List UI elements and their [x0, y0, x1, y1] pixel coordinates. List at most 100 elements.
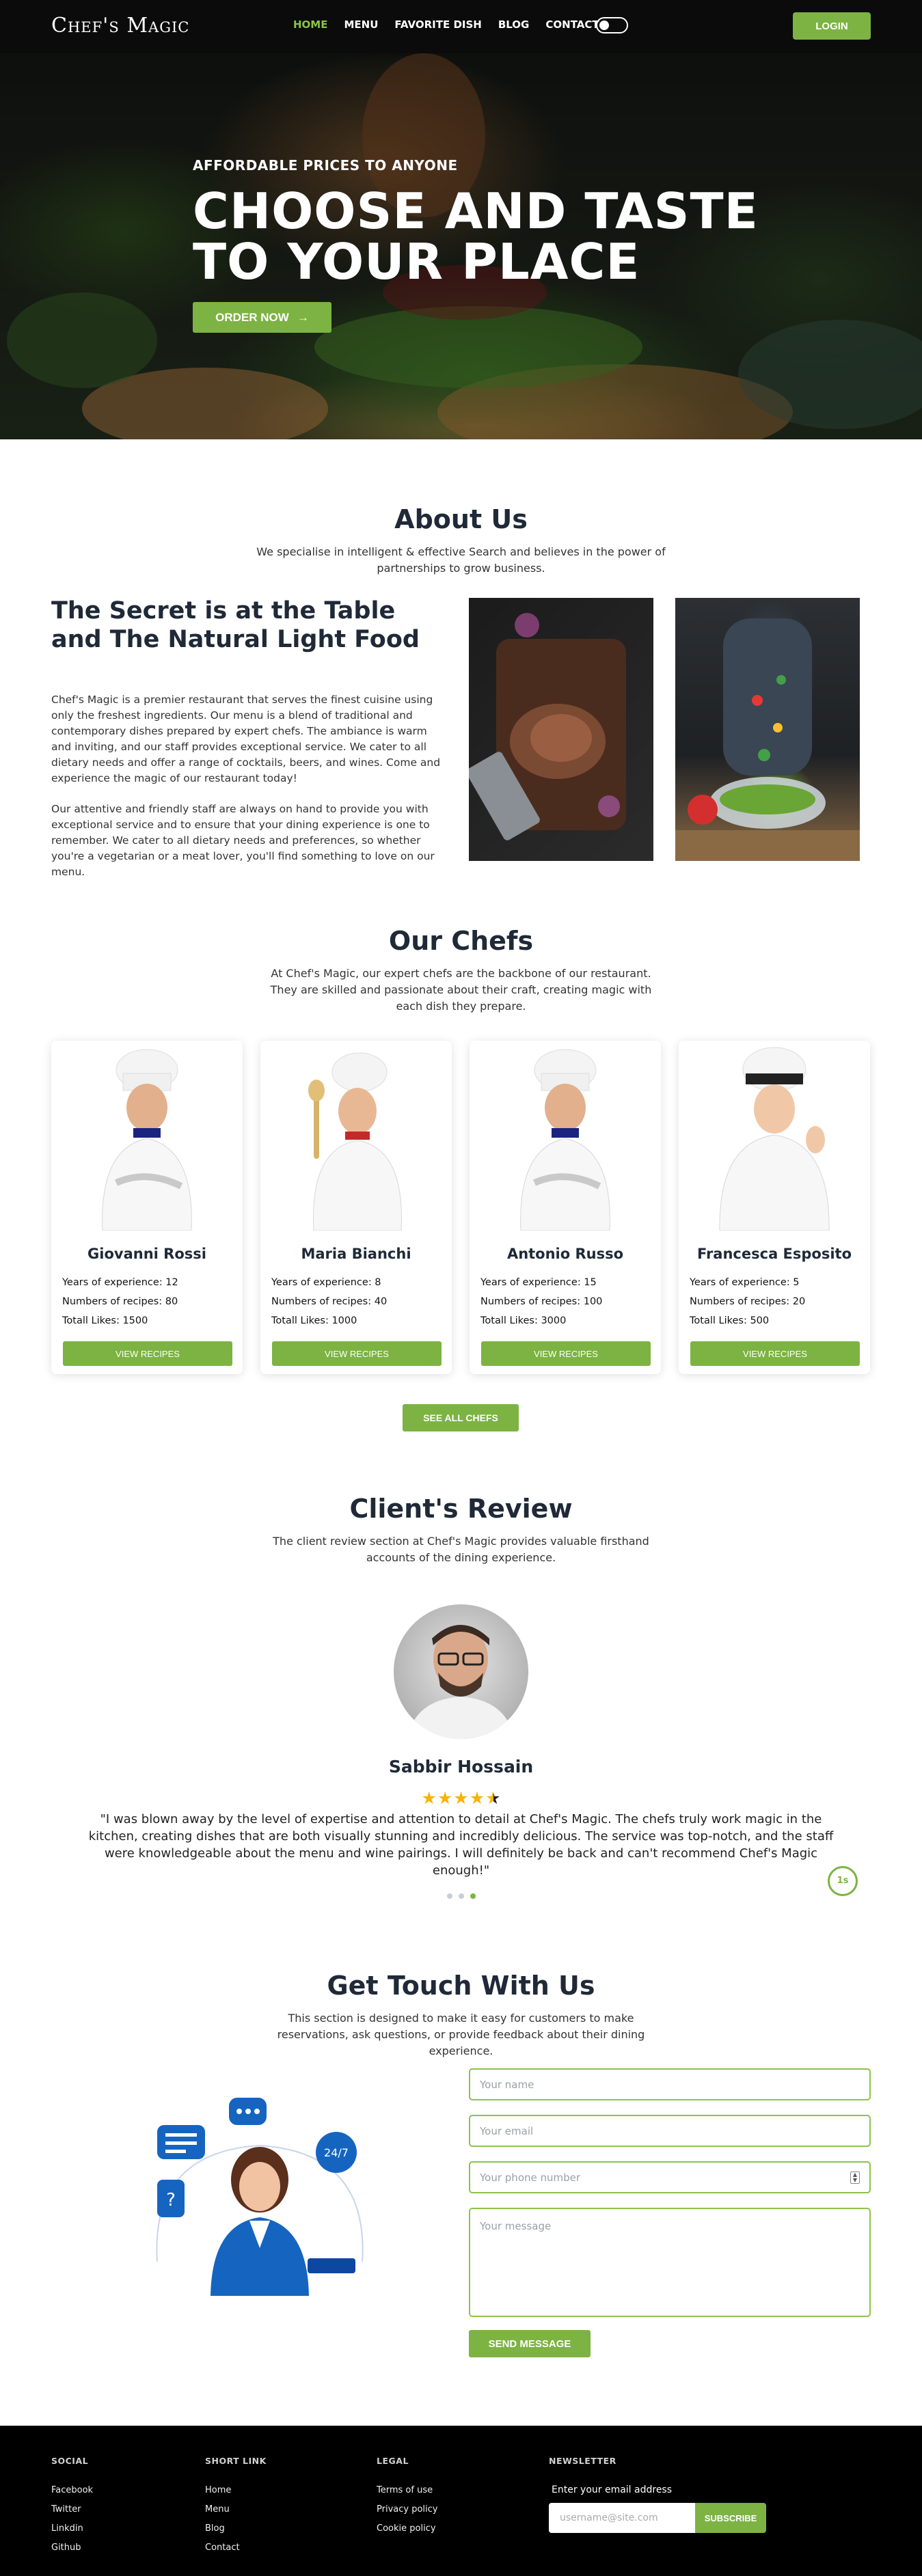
chef-name: Antonio Russo	[506, 1246, 624, 1262]
footer-link-twitter[interactable]: Twitter	[51, 2500, 93, 2519]
footer-link-menu[interactable]: Menu	[205, 2500, 267, 2519]
chef-card: Antonio Russo Years of experience: 15 Nu…	[470, 1041, 661, 1374]
newsletter-placeholder: username@site.com	[560, 2512, 658, 2523]
footer-link-privacy[interactable]: Privacy policy	[377, 2500, 437, 2519]
chef-experience: Years of experience: 15	[480, 1277, 597, 1288]
chef-photo	[260, 1041, 452, 1231]
chef-card: Francesca Esposito Years of experience: …	[679, 1041, 870, 1374]
chefs-title: Our Chefs	[388, 926, 534, 956]
chef-likes: Totall Likes: 500	[690, 1315, 770, 1326]
footer-social: SOCIAL Facebook Twitter Linkdin Github	[51, 2456, 93, 2558]
salad-chef-image	[675, 598, 860, 861]
footer-link-cookie[interactable]: Cookie policy	[377, 2519, 437, 2538]
nav-link-menu[interactable]: MENU	[344, 18, 378, 31]
view-recipes-button[interactable]: VIEW RECIPES	[63, 1341, 232, 1366]
chef-stats: Years of experience: 15 Numbers of recip…	[480, 1273, 602, 1330]
chef-likes: Totall Likes: 3000	[480, 1315, 567, 1326]
hero-text: AFFORDABLE PRICES TO ANYONE CHOOSE AND T…	[193, 157, 808, 333]
about-paragraph-1: Chef's Magic is a premier restaurant tha…	[51, 694, 441, 784]
chef-photo	[470, 1041, 661, 1231]
email-placeholder: Your email	[480, 2124, 534, 2137]
footer-link-github[interactable]: Github	[51, 2538, 93, 2558]
chef-stats: Years of experience: 8 Numbers of recipe…	[271, 1273, 387, 1330]
chef-experience: Years of experience: 12	[62, 1277, 178, 1288]
review-header: Client's Review The client review sectio…	[0, 1494, 922, 1566]
reviewer-avatar	[394, 1604, 528, 1739]
autoplay-timer[interactable]: 1s	[828, 1866, 858, 1896]
view-recipes-button[interactable]: VIEW RECIPES	[690, 1341, 860, 1366]
message-field[interactable]: Your message	[469, 2208, 871, 2317]
nav-link-contact[interactable]: CONTACT	[545, 18, 599, 31]
star-icon: ★	[453, 1788, 470, 1808]
footer-link-facebook[interactable]: Facebook	[51, 2481, 93, 2500]
subscribe-button[interactable]: SUBSCRIBE	[695, 2503, 766, 2533]
view-recipes-button[interactable]: VIEW RECIPES	[272, 1341, 442, 1366]
carousel-dot[interactable]	[459, 1893, 464, 1899]
review-title: Client's Review	[349, 1494, 573, 1524]
chef-photo	[51, 1041, 243, 1231]
contact-header: Get Touch With Us This section is design…	[0, 1971, 922, 2059]
hero-title: CHOOSE AND TASTE TO YOUR PLACE	[193, 182, 759, 290]
arrow-right-icon: →	[297, 310, 309, 324]
about-title: About Us	[394, 504, 528, 534]
toggle-knob	[599, 20, 609, 30]
about-subtitle: We specialise in intelligent & effective…	[256, 545, 666, 575]
send-message-button[interactable]: SEND MESSAGE	[469, 2330, 591, 2357]
about-header: About Us We specialise in intelligent & …	[0, 504, 922, 577]
footer-newsletter: NEWSLETTER	[549, 2456, 616, 2466]
contact-form: Your name Your email Your phone number ▲ ▼…	[469, 2068, 871, 2331]
nav-menu: HOME MENU FAVORITE DISH BLOG CONTACT	[293, 18, 599, 31]
chef-recipes: Numbers of recipes: 20	[690, 1296, 806, 1307]
star-rating: ★★★★★	[420, 1788, 503, 1808]
theme-toggle[interactable]	[596, 17, 628, 33]
review-subtitle: The client review section at Chef's Magi…	[273, 1535, 649, 1564]
nav-link-blog[interactable]: BLOG	[498, 18, 530, 31]
support-agent-illustration: 24/7 ?	[130, 2091, 390, 2296]
about-paragraph-2: Our attentive and friendly staff are alw…	[51, 803, 435, 878]
about-content: The Secret is at the Table and The Natur…	[51, 597, 448, 880]
see-all-chefs-button[interactable]: SEE ALL CHEFS	[403, 1404, 519, 1431]
chef-experience: Years of experience: 5	[690, 1277, 800, 1288]
hero-banner: AFFORDABLE PRICES TO ANYONE CHOOSE AND T…	[0, 53, 922, 439]
chef-stats: Years of experience: 12 Numbers of recip…	[62, 1273, 178, 1330]
footer-legal-title: LEGAL	[377, 2456, 409, 2466]
brand-logo[interactable]: Chef's Magic	[51, 14, 189, 38]
number-spinner-icon[interactable]: ▲ ▼	[850, 2171, 860, 2184]
footer-social-title: SOCIAL	[51, 2456, 89, 2466]
page: Chef's Magic HOME MENU FAVORITE DISH BLO…	[0, 0, 922, 2576]
chefs-subtitle: At Chef's Magic, our expert chefs are th…	[270, 967, 652, 1013]
newsletter-label: Enter your email address	[552, 2484, 673, 2495]
email-field[interactable]: Your email	[469, 2115, 871, 2147]
star-icon: ★	[421, 1788, 437, 1808]
star-icon: ★	[469, 1788, 486, 1808]
hero-kicker: AFFORDABLE PRICES TO ANYONE	[193, 157, 458, 174]
steak-board-image	[469, 598, 653, 861]
newsletter-email-input[interactable]: username@site.com	[549, 2503, 695, 2533]
chef-recipes: Numbers of recipes: 80	[62, 1296, 178, 1307]
chef-photo	[679, 1041, 870, 1231]
star-icon: ★	[437, 1788, 454, 1808]
chef-likes: Totall Likes: 1000	[271, 1315, 357, 1326]
name-field[interactable]: Your name	[469, 2068, 871, 2100]
footer: SOCIAL Facebook Twitter Linkdin Github S…	[0, 2426, 922, 2576]
footer-link-blog[interactable]: Blog	[205, 2519, 267, 2538]
phone-field[interactable]: Your phone number ▲ ▼	[469, 2161, 871, 2193]
login-button[interactable]: LOGIN	[793, 12, 871, 40]
view-recipes-button[interactable]: VIEW RECIPES	[481, 1341, 651, 1366]
nav-link-home[interactable]: HOME	[293, 18, 327, 31]
order-now-button[interactable]: ORDER NOW →	[193, 302, 331, 333]
chef-likes: Totall Likes: 1500	[62, 1315, 148, 1326]
svg-text:?: ?	[166, 2190, 176, 2210]
chef-recipes: Numbers of recipes: 100	[480, 1296, 603, 1307]
carousel-dot[interactable]	[447, 1893, 452, 1899]
nav-link-favorite-dish[interactable]: FAVORITE DISH	[394, 18, 481, 31]
half-star-icon: ★	[485, 1788, 502, 1808]
name-placeholder: Your name	[480, 2078, 534, 2091]
footer-link-linkedin[interactable]: Linkdin	[51, 2519, 93, 2538]
footer-link-contact[interactable]: Contact	[205, 2538, 267, 2558]
footer-link-terms[interactable]: Terms of use	[377, 2481, 437, 2500]
chef-recipes: Numbers of recipes: 40	[271, 1296, 388, 1307]
footer-link-home[interactable]: Home	[205, 2481, 267, 2500]
carousel-dot-active[interactable]	[470, 1893, 476, 1899]
chef-name: Maria Bianchi	[301, 1246, 411, 1262]
